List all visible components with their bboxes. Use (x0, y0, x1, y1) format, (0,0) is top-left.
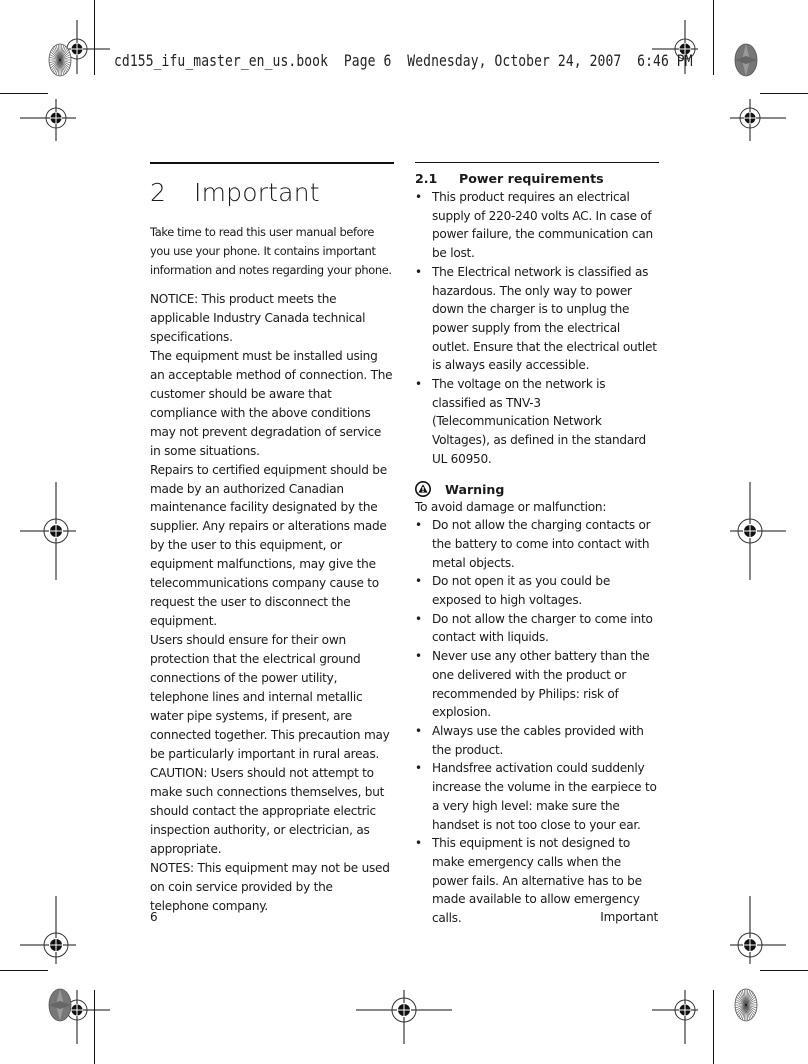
bullet: • (415, 723, 422, 738)
list-item: • Do not allow the charger to come into c… (415, 611, 653, 645)
registration-mark-icon (20, 482, 76, 580)
bullet: • (415, 518, 422, 533)
right-column: 2.1 Power requirements • This product req… (415, 162, 659, 928)
notes-paragraph: NOTES: This equipment may not be used on… (150, 860, 390, 913)
list-item: • The Electrical network is classified as… (415, 264, 657, 373)
bullet: • (415, 190, 422, 204)
chapter-heading: 2 Important (150, 178, 394, 207)
list-item: • Do not allow the charging contacts or t… (415, 518, 651, 570)
repairs-paragraph: Repairs to certified equipment should be… (150, 462, 387, 629)
chapter-rule (150, 162, 394, 164)
running-footer-title: Important (600, 910, 658, 924)
warning-heading: Warning (415, 481, 659, 498)
section-rule (415, 162, 659, 163)
color-target-icon (48, 988, 72, 1022)
caution-paragraph: CAUTION: Users should not attempt to mak… (150, 765, 385, 856)
bullet: • (415, 649, 422, 664)
starburst-target-icon (48, 43, 72, 77)
registration-mark-icon (730, 896, 786, 964)
installation-paragraph: The equipment must be installed using an… (150, 348, 393, 458)
color-target-icon (734, 43, 758, 77)
bullet: • (415, 574, 422, 589)
starburst-target-icon (734, 988, 758, 1022)
crop-line (760, 93, 808, 94)
list-item: • Never use any other battery than the on… (415, 649, 650, 720)
bullet: • (415, 836, 422, 851)
left-column: 2 Important Take time to read this user … (150, 162, 394, 915)
list-item: • Always use the cables provided with the… (415, 723, 644, 757)
registration-mark-icon (730, 99, 786, 141)
power-requirements-list: • This product requires an electrical sup… (415, 188, 659, 469)
warning-triangle-icon (415, 481, 431, 498)
bullet: • (415, 264, 422, 279)
chapter-title: Important (194, 178, 320, 207)
crop-line (0, 93, 48, 94)
list-item: • Handsfree activation could suddenly inc… (415, 761, 657, 832)
registration-mark-icon (356, 990, 452, 1044)
crop-line (713, 990, 714, 1064)
registration-mark-icon (730, 482, 786, 580)
bullet: • (415, 761, 422, 776)
list-item: • This product requires an electrical sup… (415, 190, 653, 261)
warning-title: Warning (445, 481, 505, 497)
print-slug: cd155_ifu_master_en_us.book Page 6 Wedne… (114, 52, 693, 71)
list-item: • The voltage on the network is classifie… (415, 377, 646, 466)
warning-list: • Do not allow the charging contacts or t… (415, 516, 659, 927)
list-item: • Do not open it as you could be exposed … (415, 574, 611, 608)
grounding-paragraph: Users should ensure for their own protec… (150, 633, 390, 761)
section-number: 2.1 (415, 171, 438, 186)
chapter-intro: Take time to read this user manual befor… (150, 225, 392, 277)
registration-mark-icon (652, 990, 698, 1044)
bullet: • (415, 377, 422, 392)
registration-mark-icon (20, 99, 76, 141)
page-number: 6 (150, 910, 158, 924)
bullet: • (415, 611, 422, 626)
section-title: Power requirements (459, 171, 604, 186)
warning-intro: To avoid damage or malfunction: (415, 499, 607, 514)
registration-mark-icon (20, 896, 76, 964)
notice-paragraph: NOTICE: This product meets the applicabl… (150, 292, 366, 344)
crop-line (0, 970, 48, 971)
crop-line (713, 0, 714, 75)
chapter-number: 2 (150, 178, 167, 207)
crop-line (760, 970, 808, 971)
section-heading: 2.1 Power requirements (415, 170, 659, 187)
